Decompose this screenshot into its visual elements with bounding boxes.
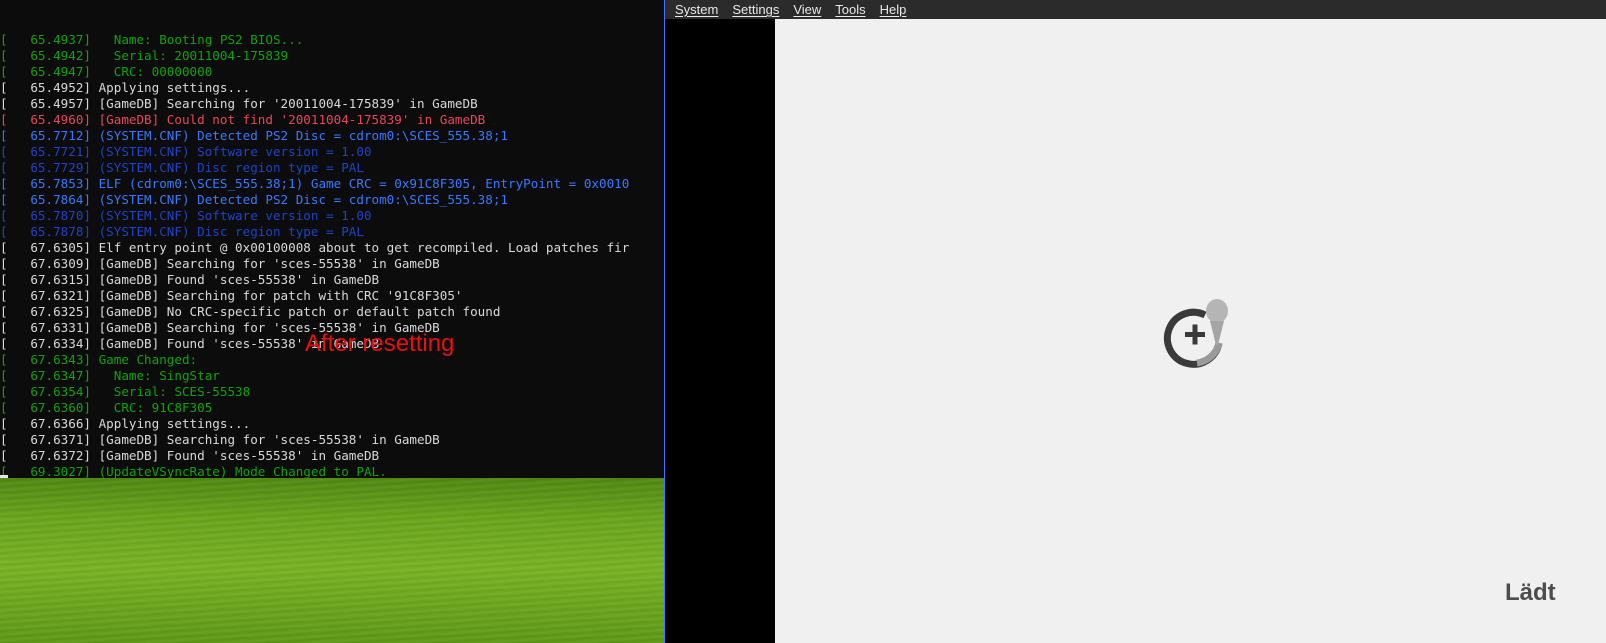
console-line: [ 65.4952] Applying settings... <box>0 80 251 95</box>
console-line: [ 65.7878] (SYSTEM.CNF) Disc region type… <box>0 224 364 239</box>
console-line: [ 67.6354] Serial: SCES-55538 <box>0 384 251 399</box>
console-line: [ 65.4957] [GameDB] Searching for '20011… <box>0 96 478 111</box>
emulator-window: System Settings View Tools Help Lädt <box>664 0 1606 643</box>
console-line: [ 67.6309] [GameDB] Searching for 'sces-… <box>0 256 440 271</box>
console-line: [ 67.6315] [GameDB] Found 'sces-55538' i… <box>0 272 380 287</box>
menu-system[interactable]: System <box>675 2 726 17</box>
console-window[interactable]: [ 65.4937] Name: Booting PS2 BIOS...[ 65… <box>0 0 664 478</box>
console-line: [ 67.6366] Applying settings... <box>0 416 251 431</box>
singstar-logo-icon <box>1163 299 1228 368</box>
console-line: [ 65.7864] (SYSTEM.CNF) Detected PS2 Dis… <box>0 192 508 207</box>
console-line: [ 65.4942] Serial: 20011004-175839 <box>0 48 289 63</box>
console-line: [ 67.6347] Name: SingStar <box>0 368 220 383</box>
menu-view[interactable]: View <box>793 2 829 17</box>
console-line: [ 65.7729] (SYSTEM.CNF) Disc region type… <box>0 160 364 175</box>
game-display[interactable]: Lädt <box>775 19 1606 643</box>
menu-settings[interactable]: Settings <box>732 2 787 17</box>
console-log: [ 65.4937] Name: Booting PS2 BIOS...[ 65… <box>0 32 664 478</box>
console-line: [ 65.4960] [GameDB] Could not find '2001… <box>0 112 486 127</box>
menu-help[interactable]: Help <box>880 2 915 17</box>
console-line: [ 65.4937] Name: Booting PS2 BIOS... <box>0 32 304 47</box>
console-line: [ 65.7853] ELF (cdrom0:\SCES_555.38;1) G… <box>0 176 630 191</box>
console-line: [ 67.6360] CRC: 91C8F305 <box>0 400 213 415</box>
loading-text: Lädt <box>1505 579 1556 606</box>
console-line: [ 67.6371] [GameDB] Searching for 'sces-… <box>0 432 440 447</box>
menu-tools[interactable]: Tools <box>835 2 873 17</box>
annotation-label: After resetting <box>305 330 455 357</box>
console-line: [ 65.7712] (SYSTEM.CNF) Detected PS2 Dis… <box>0 128 508 143</box>
menu-bar: System Settings View Tools Help <box>665 0 1606 19</box>
console-line: [ 67.6372] [GameDB] Found 'sces-55538' i… <box>0 448 380 463</box>
console-line: [ 65.4947] CRC: 00000000 <box>0 64 213 79</box>
console-line: [ 67.6305] Elf entry point @ 0x00100008 … <box>0 240 630 255</box>
console-line: [ 69.3027] (UpdateVSyncRate) Mode Change… <box>0 464 387 478</box>
console-line: [ 67.6325] [GameDB] No CRC-specific patc… <box>0 304 501 319</box>
desktop-wallpaper <box>0 478 664 643</box>
console-line: [ 65.7870] (SYSTEM.CNF) Software version… <box>0 208 372 223</box>
console-line: [ 65.7721] (SYSTEM.CNF) Software version… <box>0 144 372 159</box>
console-line: [ 67.6321] [GameDB] Searching for patch … <box>0 288 463 303</box>
